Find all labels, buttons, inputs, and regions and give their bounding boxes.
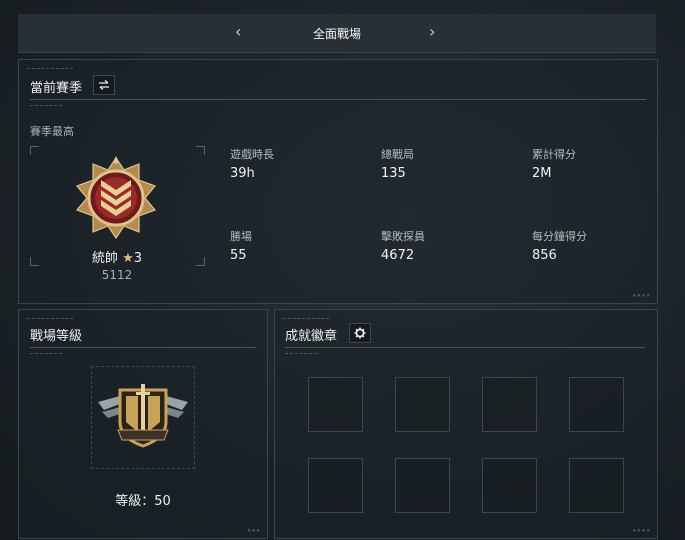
swap-icon[interactable] [93,75,115,95]
stat-label-playtime: 遊戲時長 [230,148,274,161]
mode-header-bar: ‹ 全面戰場 › [18,14,656,53]
mode-title: 全面戰場 [312,27,361,41]
rank-points: 5112 [101,268,133,282]
badge-slot[interactable] [308,377,363,432]
star-icon: ★ [122,251,134,266]
divider-tick [30,105,62,108]
rank-emblem-icon [75,156,157,240]
season-best-label: 賽季最高 [30,125,74,138]
badge-slot[interactable] [395,458,450,513]
stat-label-total-games: 總戰局 [381,148,414,161]
level-emblem-icon [98,384,188,448]
battle-level-divider [30,347,256,348]
badge-slot[interactable] [308,458,363,513]
stat-value-wins: 55 [230,248,247,263]
battle-level-value: 等級：50 [115,494,171,509]
gear-icon[interactable] [349,323,371,343]
badge-slot[interactable] [482,458,537,513]
chevron-right-icon[interactable]: › [429,22,435,41]
season-divider [30,99,646,100]
badges-divider [285,347,645,348]
badges-title: 成就徽章 [285,329,338,344]
stat-value-kills: 4672 [381,248,415,263]
badge-slot[interactable] [569,377,624,432]
stat-label-score-per-minute: 每分鐘得分 [532,230,587,243]
badge-slot[interactable] [395,377,450,432]
panel-tick-mark [27,68,73,71]
frame-corner [196,146,205,155]
badge-slot[interactable] [569,458,624,513]
rank-stars: 3 [133,251,143,266]
panel-tick-mark [283,318,329,321]
season-title: 當前賽季 [30,81,83,96]
stat-label-wins: 勝場 [230,230,252,243]
corner-decoration: ▪▪▪ [247,527,261,534]
stat-value-score-per-minute: 856 [532,248,557,263]
corner-decoration: ▪▪▪▪ [632,292,651,299]
stat-value-total-games: 135 [381,166,406,181]
battle-level-title: 戰場等級 [30,329,83,344]
stat-value-total-score: 2M [532,166,552,181]
frame-corner [30,146,39,155]
badge-slot[interactable] [482,377,537,432]
rank-name: 統帥 [91,251,118,266]
rank-name-row: 統帥 ★3 [30,247,204,266]
current-season-panel: 當前賽季 賽季最高 統帥 ★3 5112 遊戲時長 39h 總戰局 135 累計… [18,59,658,304]
achievement-badges-panel: 成就徽章 ▪▪▪▪ [274,309,658,539]
divider-tick [285,353,317,356]
corner-decoration: ▪▪▪▪ [632,527,651,534]
stat-value-playtime: 39h [230,166,255,181]
panel-tick-mark [27,318,73,321]
battle-level-panel: 戰場等級 等級：50 ▪▪▪ [18,309,268,539]
stat-label-kills: 擊敗探員 [381,230,425,243]
divider-tick [30,353,62,356]
stat-label-total-score: 累計得分 [532,148,576,161]
